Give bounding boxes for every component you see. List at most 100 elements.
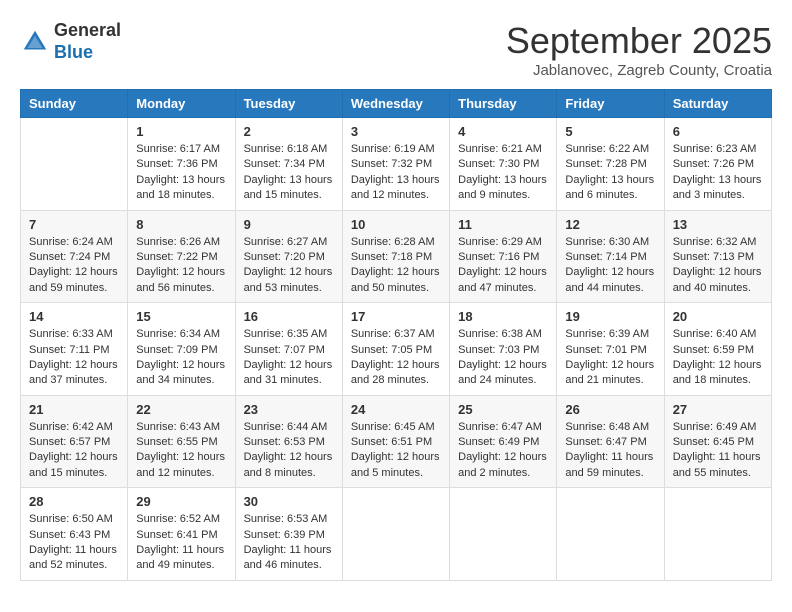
day-number: 13	[673, 217, 763, 232]
calendar-cell: 4 Sunrise: 6:21 AMSunset: 7:30 PMDaylight…	[450, 118, 557, 211]
day-info: Sunrise: 6:40 AMSunset: 6:59 PMDaylight:…	[673, 327, 763, 389]
logo-icon	[20, 27, 50, 57]
day-number: 28	[29, 494, 119, 509]
day-info: Sunrise: 6:48 AMSunset: 6:47 PMDaylight:…	[565, 420, 655, 482]
calendar-cell: 9 Sunrise: 6:27 AMSunset: 7:20 PMDaylight…	[235, 210, 342, 303]
day-number: 1	[136, 124, 226, 139]
day-info: Sunrise: 6:22 AMSunset: 7:28 PMDaylight:…	[565, 142, 655, 204]
day-number: 23	[244, 402, 334, 417]
calendar-cell: 22 Sunrise: 6:43 AMSunset: 6:55 PMDayligh…	[128, 395, 235, 488]
calendar-body: 1 Sunrise: 6:17 AMSunset: 7:36 PMDaylight…	[21, 118, 772, 581]
page-header: General Blue September 2025 Jablanovec, …	[20, 20, 772, 79]
day-number: 5	[565, 124, 655, 139]
day-number: 3	[351, 124, 441, 139]
calendar-cell: 8Sunrise: 6:26 AMSunset: 7:22 PMDaylight…	[128, 210, 235, 303]
day-number: 15	[136, 309, 226, 324]
week-row-1: 7Sunrise: 6:24 AMSunset: 7:24 PMDaylight…	[21, 210, 772, 303]
calendar-cell: 29 Sunrise: 6:52 AMSunset: 6:41 PMDayligh…	[128, 488, 235, 581]
calendar-cell: 21 Sunrise: 6:42 AMSunset: 6:57 PMDayligh…	[21, 395, 128, 488]
header-friday: Friday	[557, 90, 664, 118]
day-info: Sunrise: 6:21 AMSunset: 7:30 PMDaylight:…	[458, 142, 548, 204]
day-info: Sunrise: 6:23 AMSunset: 7:26 PMDaylight:…	[673, 142, 763, 204]
week-row-0: 1 Sunrise: 6:17 AMSunset: 7:36 PMDaylight…	[21, 118, 772, 211]
calendar-cell: 17 Sunrise: 6:37 AMSunset: 7:05 PMDayligh…	[342, 303, 449, 396]
title-block: September 2025 Jablanovec, Zagreb County…	[506, 20, 772, 79]
day-number: 17	[351, 309, 441, 324]
day-number: 25	[458, 402, 548, 417]
calendar-cell: 28 Sunrise: 6:50 AMSunset: 6:43 PMDayligh…	[21, 488, 128, 581]
calendar-cell: 23 Sunrise: 6:44 AMSunset: 6:53 PMDayligh…	[235, 395, 342, 488]
day-number: 12	[565, 217, 655, 232]
day-info: Sunrise: 6:30 AMSunset: 7:14 PMDaylight:…	[565, 235, 655, 297]
day-info: Sunrise: 6:38 AMSunset: 7:03 PMDaylight:…	[458, 327, 548, 389]
day-number: 22	[136, 402, 226, 417]
day-number: 18	[458, 309, 548, 324]
day-info: Sunrise: 6:27 AMSunset: 7:20 PMDaylight:…	[244, 235, 334, 297]
day-info: Sunrise: 6:42 AMSunset: 6:57 PMDaylight:…	[29, 420, 119, 482]
day-info: Sunrise: 6:37 AMSunset: 7:05 PMDaylight:…	[351, 327, 441, 389]
calendar-cell: 1 Sunrise: 6:17 AMSunset: 7:36 PMDaylight…	[128, 118, 235, 211]
calendar-table: SundayMondayTuesdayWednesdayThursdayFrid…	[20, 89, 772, 581]
week-row-2: 14 Sunrise: 6:33 AMSunset: 7:11 PMDayligh…	[21, 303, 772, 396]
header-row: SundayMondayTuesdayWednesdayThursdayFrid…	[21, 90, 772, 118]
day-info: Sunrise: 6:44 AMSunset: 6:53 PMDaylight:…	[244, 420, 334, 482]
calendar-cell: 5 Sunrise: 6:22 AMSunset: 7:28 PMDaylight…	[557, 118, 664, 211]
calendar-cell: 11Sunrise: 6:29 AMSunset: 7:16 PMDayligh…	[450, 210, 557, 303]
day-number: 10	[351, 217, 441, 232]
calendar-cell: 19 Sunrise: 6:39 AMSunset: 7:01 PMDayligh…	[557, 303, 664, 396]
calendar-cell: 24Sunrise: 6:45 AMSunset: 6:51 PMDayligh…	[342, 395, 449, 488]
calendar-cell	[557, 488, 664, 581]
logo: General Blue	[20, 20, 121, 63]
header-sunday: Sunday	[21, 90, 128, 118]
header-wednesday: Wednesday	[342, 90, 449, 118]
day-number: 29	[136, 494, 226, 509]
day-number: 21	[29, 402, 119, 417]
calendar-cell: 14 Sunrise: 6:33 AMSunset: 7:11 PMDayligh…	[21, 303, 128, 396]
calendar-cell: 18 Sunrise: 6:38 AMSunset: 7:03 PMDayligh…	[450, 303, 557, 396]
header-saturday: Saturday	[664, 90, 771, 118]
calendar-header: SundayMondayTuesdayWednesdayThursdayFrid…	[21, 90, 772, 118]
calendar-cell: 12 Sunrise: 6:30 AMSunset: 7:14 PMDayligh…	[557, 210, 664, 303]
day-info: Sunrise: 6:34 AMSunset: 7:09 PMDaylight:…	[136, 327, 226, 389]
header-tuesday: Tuesday	[235, 90, 342, 118]
day-number: 2	[244, 124, 334, 139]
calendar-cell: 25Sunrise: 6:47 AMSunset: 6:49 PMDayligh…	[450, 395, 557, 488]
day-info: Sunrise: 6:49 AMSunset: 6:45 PMDaylight:…	[673, 420, 763, 482]
day-number: 14	[29, 309, 119, 324]
day-number: 26	[565, 402, 655, 417]
week-row-3: 21 Sunrise: 6:42 AMSunset: 6:57 PMDayligh…	[21, 395, 772, 488]
day-info: Sunrise: 6:26 AMSunset: 7:22 PMDaylight:…	[136, 235, 226, 297]
day-number: 20	[673, 309, 763, 324]
day-info: Sunrise: 6:28 AMSunset: 7:18 PMDaylight:…	[351, 235, 441, 297]
day-info: Sunrise: 6:50 AMSunset: 6:43 PMDaylight:…	[29, 512, 119, 574]
calendar-cell: 16Sunrise: 6:35 AMSunset: 7:07 PMDayligh…	[235, 303, 342, 396]
calendar-cell: 15 Sunrise: 6:34 AMSunset: 7:09 PMDayligh…	[128, 303, 235, 396]
calendar-cell: 30Sunrise: 6:53 AMSunset: 6:39 PMDayligh…	[235, 488, 342, 581]
day-number: 27	[673, 402, 763, 417]
calendar-cell: 10 Sunrise: 6:28 AMSunset: 7:18 PMDayligh…	[342, 210, 449, 303]
header-monday: Monday	[128, 90, 235, 118]
day-number: 19	[565, 309, 655, 324]
day-info: Sunrise: 6:33 AMSunset: 7:11 PMDaylight:…	[29, 327, 119, 389]
day-info: Sunrise: 6:52 AMSunset: 6:41 PMDaylight:…	[136, 512, 226, 574]
day-info: Sunrise: 6:39 AMSunset: 7:01 PMDaylight:…	[565, 327, 655, 389]
calendar-cell	[450, 488, 557, 581]
day-info: Sunrise: 6:17 AMSunset: 7:36 PMDaylight:…	[136, 142, 226, 204]
day-number: 4	[458, 124, 548, 139]
week-row-4: 28 Sunrise: 6:50 AMSunset: 6:43 PMDayligh…	[21, 488, 772, 581]
day-info: Sunrise: 6:29 AMSunset: 7:16 PMDaylight:…	[458, 235, 548, 297]
day-info: Sunrise: 6:43 AMSunset: 6:55 PMDaylight:…	[136, 420, 226, 482]
calendar-cell: 7Sunrise: 6:24 AMSunset: 7:24 PMDaylight…	[21, 210, 128, 303]
day-number: 9	[244, 217, 334, 232]
day-number: 24	[351, 402, 441, 417]
calendar-cell: 13 Sunrise: 6:32 AMSunset: 7:13 PMDayligh…	[664, 210, 771, 303]
location-subtitle: Jablanovec, Zagreb County, Croatia	[506, 62, 772, 79]
calendar-cell	[664, 488, 771, 581]
calendar-cell	[21, 118, 128, 211]
day-info: Sunrise: 6:32 AMSunset: 7:13 PMDaylight:…	[673, 235, 763, 297]
calendar-cell: 20 Sunrise: 6:40 AMSunset: 6:59 PMDayligh…	[664, 303, 771, 396]
calendar-cell	[342, 488, 449, 581]
day-info: Sunrise: 6:24 AMSunset: 7:24 PMDaylight:…	[29, 235, 119, 297]
calendar-cell: 26 Sunrise: 6:48 AMSunset: 6:47 PMDayligh…	[557, 395, 664, 488]
header-thursday: Thursday	[450, 90, 557, 118]
